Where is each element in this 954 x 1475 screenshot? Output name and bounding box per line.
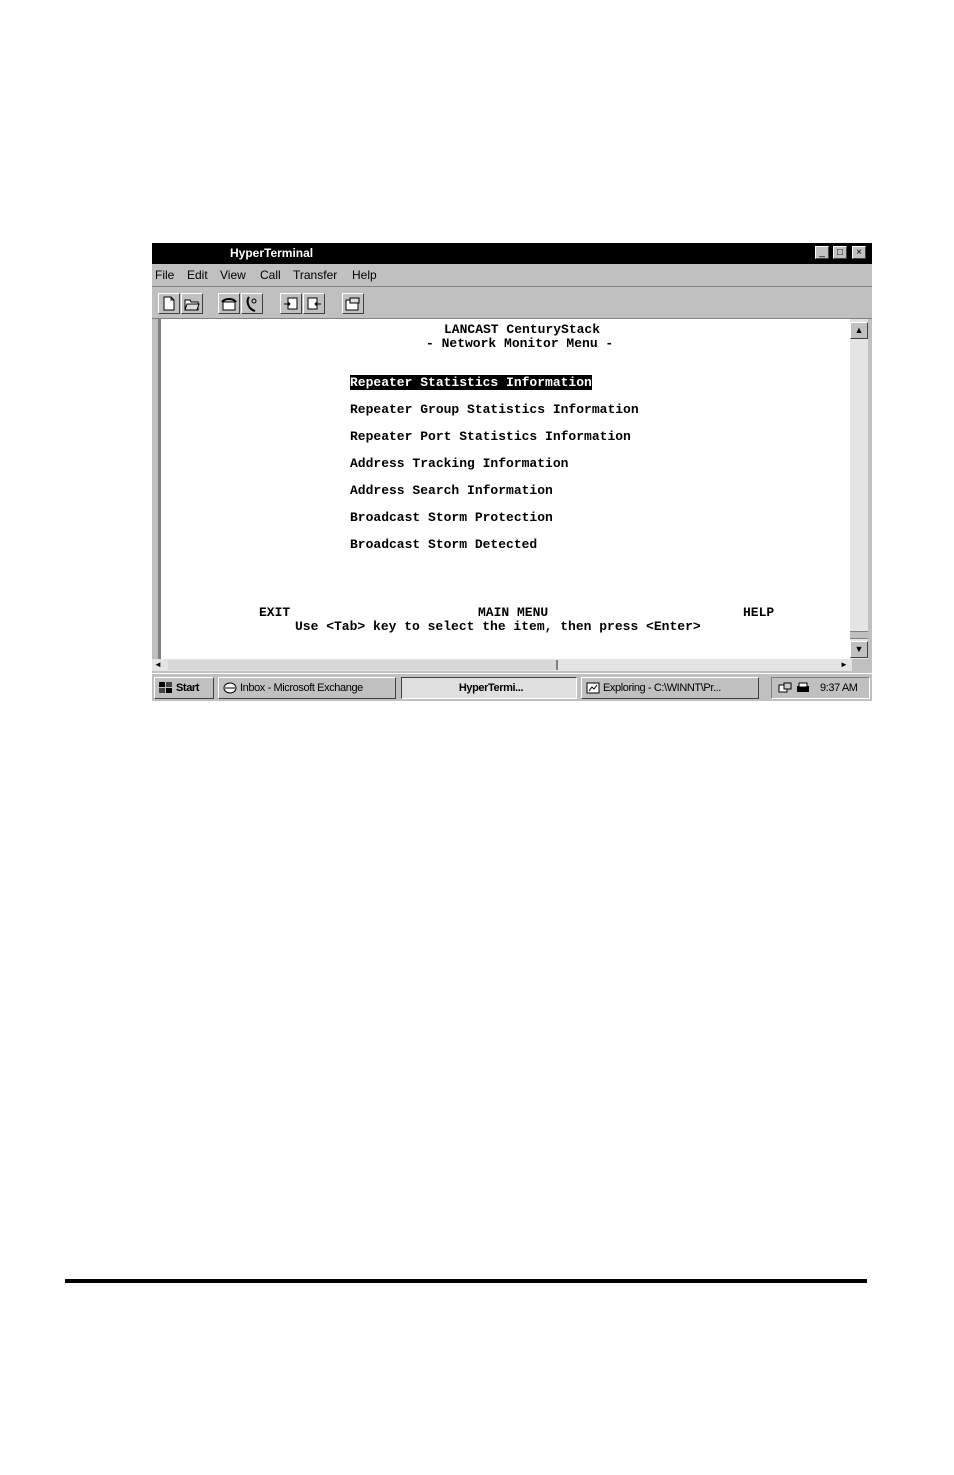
disconnect-phone-icon[interactable] (241, 293, 263, 314)
hyperterminal-window: HyperTerminal _ □ × File Edit View Call … (152, 243, 872, 701)
footer-main-menu[interactable]: MAIN MENU (478, 605, 548, 620)
toolbar (152, 288, 872, 319)
minimize-button[interactable]: _ (815, 246, 829, 259)
send-file-icon[interactable] (280, 293, 302, 314)
instruction-line: Use <Tab> key to select the item, then p… (295, 619, 701, 634)
menu-item-broadcast-storm-protection[interactable]: Broadcast Storm Protection (350, 510, 553, 525)
task-label: Inbox - Microsoft Exchange (240, 682, 363, 694)
start-label: Start (176, 682, 200, 694)
menu-help[interactable]: Help (352, 268, 377, 282)
printer-icon[interactable] (796, 682, 810, 694)
menu-item-repeater-group-statistics[interactable]: Repeater Group Statistics Information (350, 402, 639, 417)
menu-bar: File Edit View Call Transfer Help (152, 265, 872, 287)
menu-item-address-search[interactable]: Address Search Information (350, 483, 553, 498)
menu-edit[interactable]: Edit (187, 268, 208, 282)
title-bar[interactable]: HyperTerminal _ □ × (152, 243, 872, 264)
terminal-header-subtitle: - Network Monitor Menu - (426, 336, 614, 351)
terminal-screen[interactable]: LANCAST CenturyStack - Network Monitor M… (158, 319, 850, 659)
menu-file[interactable]: File (155, 268, 174, 282)
footer-exit[interactable]: EXIT (259, 605, 290, 620)
inbox-icon (223, 682, 237, 694)
menu-item-address-tracking[interactable]: Address Tracking Information (350, 456, 568, 471)
footer-help[interactable]: HELP (743, 605, 774, 620)
scroll-up-arrow-icon[interactable]: ▲ (850, 322, 868, 339)
task-hyperterminal[interactable]: HyperTermi... (401, 677, 577, 699)
clock[interactable]: 9:37 AM (820, 682, 858, 694)
maximize-button[interactable]: □ (833, 246, 847, 259)
start-button[interactable]: Start (154, 677, 214, 699)
horizontal-rule (65, 1279, 867, 1283)
menu-transfer[interactable]: Transfer (293, 268, 337, 282)
horizontal-scrollbar[interactable]: ◄ ► (152, 659, 852, 671)
menu-view[interactable]: View (220, 268, 246, 282)
window-title: HyperTerminal (230, 246, 314, 260)
task-label: Exploring - C:\WINNT\Pr... (603, 682, 721, 694)
task-label: HyperTermi... (458, 682, 524, 694)
menu-item-repeater-port-statistics[interactable]: Repeater Port Statistics Information (350, 429, 631, 444)
vertical-scroll-thumb[interactable] (850, 631, 868, 639)
taskbar: Start Inbox - Microsoft Exchange HyperTe… (152, 673, 872, 701)
explorer-icon (586, 682, 600, 694)
windows-logo-icon (159, 682, 172, 693)
open-folder-icon[interactable] (181, 293, 203, 314)
network-icon[interactable] (778, 682, 792, 694)
horizontal-scroll-thumb[interactable] (168, 660, 558, 670)
scroll-down-arrow-icon[interactable]: ▼ (850, 641, 868, 658)
system-tray: 9:37 AM (771, 677, 870, 699)
terminal-header-title: LANCAST CenturyStack (444, 322, 601, 337)
scroll-left-arrow-icon[interactable]: ◄ (154, 659, 162, 671)
receive-file-icon[interactable] (303, 293, 325, 314)
task-exploring[interactable]: Exploring - C:\WINNT\Pr... (581, 677, 759, 699)
menu-item-broadcast-storm-detected[interactable]: Broadcast Storm Detected (350, 537, 537, 552)
dial-phone-icon[interactable] (218, 293, 240, 314)
scroll-right-arrow-icon[interactable]: ► (840, 659, 848, 671)
menu-call[interactable]: Call (260, 268, 281, 282)
properties-icon[interactable] (342, 293, 364, 314)
menu-item-repeater-statistics[interactable]: Repeater Statistics Information (350, 375, 592, 390)
close-button[interactable]: × (852, 246, 866, 259)
vertical-scrollbar[interactable]: ▲ ▼ (850, 319, 868, 659)
task-inbox-exchange[interactable]: Inbox - Microsoft Exchange (218, 677, 396, 699)
new-document-icon[interactable] (158, 293, 180, 314)
